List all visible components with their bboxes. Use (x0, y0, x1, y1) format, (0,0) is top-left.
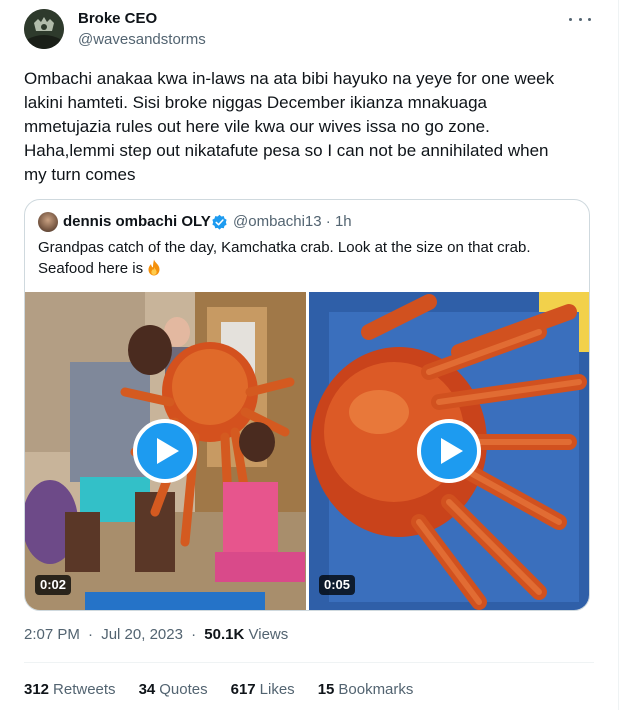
play-button-icon[interactable] (133, 419, 197, 483)
quoted-author-handle[interactable]: @ombachi13 · 1h (233, 213, 352, 230)
quoted-text-body: Grandpas catch of the day, Kamchatka cra… (38, 239, 531, 277)
video-duration: 0:02 (35, 575, 72, 595)
author-handle[interactable]: @wavesandstorms (78, 31, 206, 48)
divider (24, 662, 594, 663)
likes-count: 617 (230, 681, 256, 698)
quotes-stat[interactable]: 34 Quotes (139, 681, 208, 698)
retweets-label: Retweets (53, 681, 116, 698)
quoted-avatar[interactable] (38, 212, 58, 232)
engagement-stats: 312 Retweets 34 Quotes 617 Likes 15 Bookmark… (24, 681, 436, 698)
views-label: Views (248, 626, 289, 643)
likes-label: Likes (259, 681, 295, 698)
video-thumbnail-1[interactable]: 0:02 (25, 292, 306, 610)
fire-emoji-icon (148, 259, 160, 276)
retweets-stat[interactable]: 312 Retweets (24, 681, 116, 698)
verified-badge-icon (212, 214, 227, 230)
retweets-count: 312 (24, 681, 50, 698)
bookmarks-stat[interactable]: 15 Bookmarks (318, 681, 414, 698)
play-button-icon[interactable] (417, 419, 481, 483)
quotes-label: Quotes (159, 681, 208, 698)
tweet-text: Ombachi anakaa kwa in-laws na ata bibi h… (24, 69, 555, 184)
views-count: 50.1K (204, 626, 245, 643)
video-duration: 0:05 (319, 575, 356, 595)
bookmarks-count: 15 (317, 681, 335, 698)
tweet: Broke CEO @wavesandstorms Ombachi anakaa… (0, 0, 619, 710)
bookmarks-label: Bookmarks (338, 681, 414, 698)
video-thumbnail-2[interactable]: 0:05 (309, 292, 589, 610)
likes-stat[interactable]: 617 Likes (231, 681, 295, 698)
quoted-tweet[interactable]: dennis ombachi OLY @ombachi13 · 1h Grand… (24, 199, 590, 611)
tweet-date[interactable]: Jul 20, 2023 (101, 626, 183, 643)
quoted-author-name[interactable]: dennis ombachi OLY (63, 213, 211, 230)
quoted-text: Grandpas catch of the day, Kamchatka cra… (38, 237, 578, 279)
quotes-count: 34 (138, 681, 156, 698)
profile-avatar[interactable] (24, 9, 64, 49)
author-name[interactable]: Broke CEO (78, 10, 157, 27)
more-options-icon[interactable] (569, 12, 591, 26)
tweet-meta: 2:07 PM · Jul 20, 2023 · 50.1K Views (24, 626, 289, 643)
tweet-time[interactable]: 2:07 PM (24, 626, 80, 643)
avatar-image (24, 9, 64, 49)
